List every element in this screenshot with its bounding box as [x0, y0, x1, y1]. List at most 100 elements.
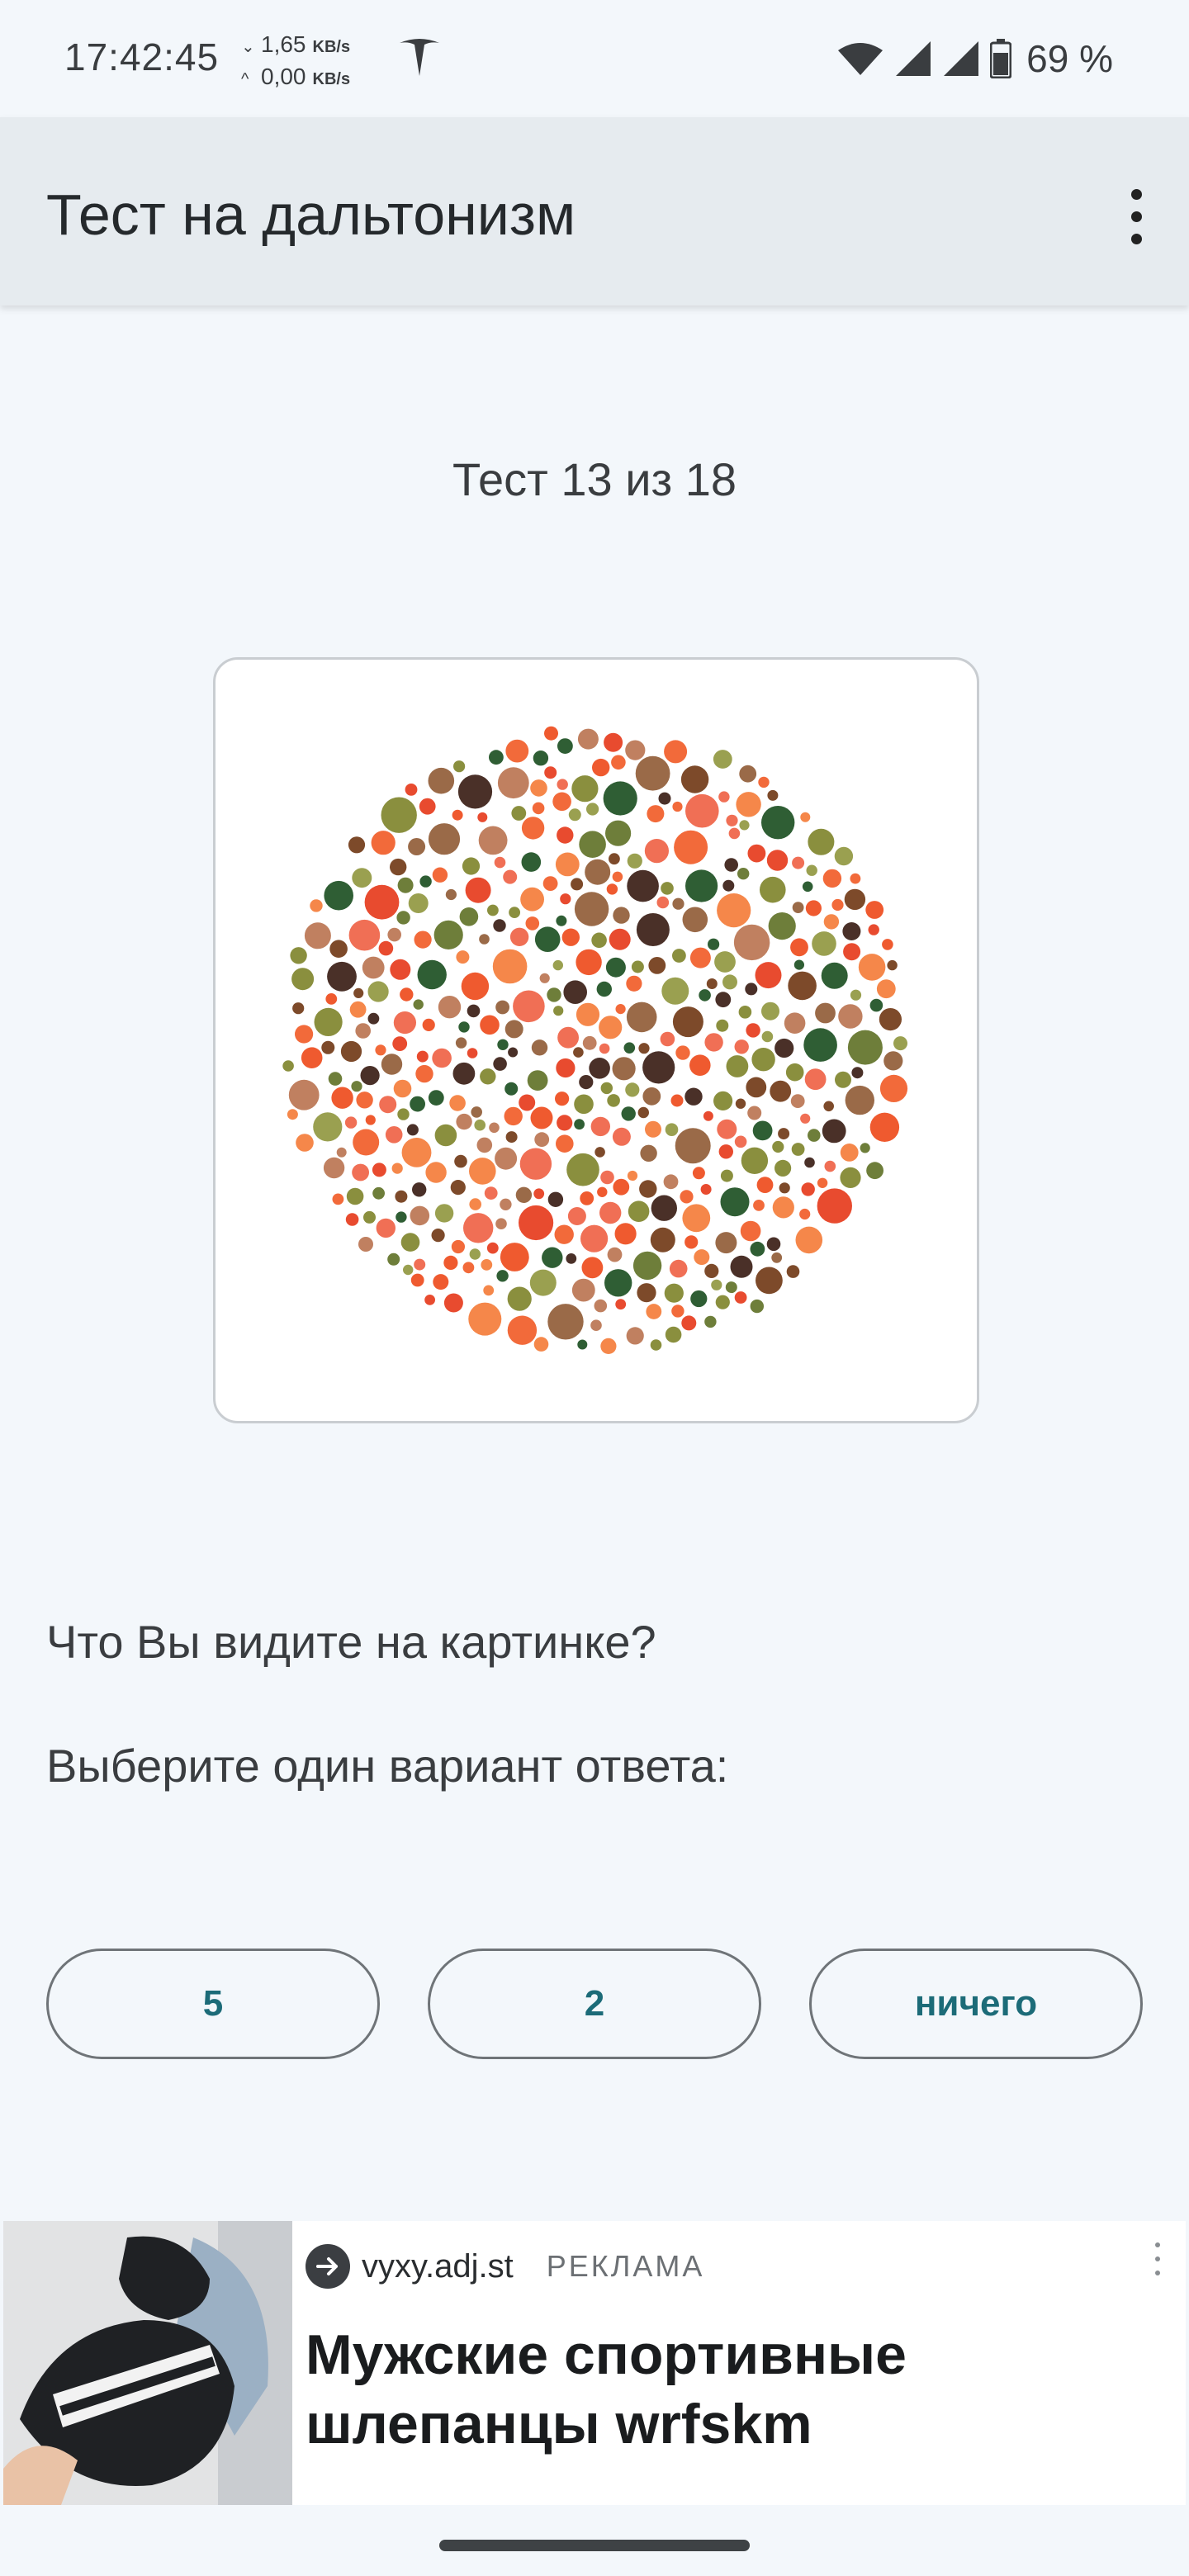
plate-dot [396, 911, 410, 925]
plate-dot [459, 907, 479, 926]
plate-dot [651, 1195, 677, 1221]
plate-dot [606, 883, 618, 895]
plate-dot [327, 961, 357, 992]
plate-dot [372, 1163, 386, 1177]
plate-dot [495, 1147, 518, 1170]
plate-dot [458, 1021, 470, 1033]
plate-dot [364, 884, 400, 920]
plate-dot [733, 924, 770, 961]
plate-dot [479, 934, 490, 945]
plate-dot [455, 1037, 467, 1049]
plate-dot [556, 1134, 574, 1153]
plate-dot [775, 1038, 794, 1058]
plate-dot [336, 1147, 347, 1158]
plate-dot [792, 902, 804, 913]
plate-dot [557, 738, 573, 754]
plate-dot [685, 1235, 699, 1249]
plate-dot [600, 1170, 614, 1185]
plate-dot [520, 887, 544, 912]
ad-more-options-button[interactable] [1149, 2242, 1166, 2275]
plate-dot [609, 928, 631, 950]
ad-domain[interactable]: vyxy.adj.st [362, 2248, 514, 2285]
plate-dot [720, 1187, 750, 1217]
plate-dot [576, 949, 602, 976]
plate-dot [613, 907, 630, 924]
plate-dot [323, 1157, 345, 1179]
plate-dot [567, 1207, 586, 1225]
plate-dot [594, 1147, 605, 1158]
plate-dot [658, 792, 671, 805]
plate-dot [596, 981, 612, 997]
plate-dot [462, 1262, 475, 1274]
plate-dot [580, 1224, 609, 1252]
plate-dot [866, 1162, 883, 1180]
plate-dot [461, 972, 490, 1001]
plate-dot [612, 871, 623, 883]
plate-dot [530, 779, 547, 797]
plate-dot [582, 1035, 597, 1050]
plate-dot [726, 1055, 749, 1077]
plate-dot [637, 1106, 649, 1119]
plate-dot [599, 1201, 622, 1224]
plate-dot [387, 1252, 400, 1266]
plate-dot [495, 1000, 509, 1015]
ad-banner[interactable]: vyxy.adj.st РЕКЛАМА Мужские спортивные ш… [3, 2221, 1186, 2505]
more-vert-icon-dot [1155, 2256, 1160, 2261]
plate-dot [345, 1213, 359, 1226]
plate-dot [531, 1039, 548, 1056]
plate-dot [489, 1122, 500, 1134]
more-options-button[interactable] [1120, 175, 1153, 258]
answer-button-5[interactable]: 5 [46, 1949, 380, 2059]
plate-dot [883, 1051, 903, 1071]
plate-dot [842, 922, 861, 940]
plate-dot [321, 1040, 335, 1054]
plate-dot [840, 1144, 859, 1162]
plate-dot [443, 1293, 463, 1313]
plate-dot [605, 957, 626, 978]
plate-dot [847, 1030, 883, 1065]
plate-dot [340, 1040, 362, 1063]
ad-source[interactable]: vyxy.adj.st РЕКЛАМА [306, 2244, 704, 2289]
plate-dot [428, 767, 455, 794]
answer-button-nothing[interactable]: ничего [809, 1949, 1143, 2059]
plate-dot [646, 1304, 662, 1319]
plate-dot [496, 1270, 509, 1282]
plate-dot [628, 1200, 650, 1222]
plate-dot [574, 892, 609, 926]
test-counter: Тест 13 из 18 [452, 453, 737, 505]
plate-dot [716, 1019, 729, 1032]
answer-button-2[interactable]: 2 [428, 1949, 761, 2059]
plate-dot [604, 732, 623, 752]
ad-product-image[interactable] [3, 2221, 292, 2505]
plate-dot [736, 792, 761, 817]
plate-dot [730, 1255, 753, 1278]
plate-dot [331, 1087, 353, 1109]
plate-dot [469, 1198, 481, 1210]
plate-dot [571, 1278, 595, 1302]
plate-dot [504, 1020, 523, 1039]
tesla-icon [400, 39, 439, 76]
plate-dot [566, 1153, 599, 1186]
plate-dot [592, 758, 610, 777]
home-indicator[interactable] [439, 2540, 750, 2551]
plate-dot [612, 1127, 631, 1146]
plate-dot [480, 1015, 500, 1035]
plate-dot [493, 919, 506, 932]
plate-dot [507, 1286, 532, 1311]
ad-title[interactable]: Мужские спортивные шлепанцы wrfskm [306, 2320, 1131, 2459]
plate-dot [771, 1252, 783, 1263]
plate-dot [685, 1087, 703, 1106]
arrow-right-icon [306, 2244, 350, 2289]
plate-dot [413, 999, 424, 1010]
plate-dot [713, 1091, 733, 1110]
ad-label: РЕКЛАМА [546, 2249, 705, 2283]
plate-dot [636, 913, 670, 946]
plate-dot [412, 1182, 427, 1197]
plate-dot [484, 1186, 498, 1200]
plate-dot [823, 914, 840, 930]
plate-dot [451, 1239, 465, 1254]
plate-dot [869, 1112, 900, 1142]
plate-dot [494, 856, 506, 869]
color-plate-card [213, 657, 979, 1423]
plate-dot [664, 1283, 684, 1303]
